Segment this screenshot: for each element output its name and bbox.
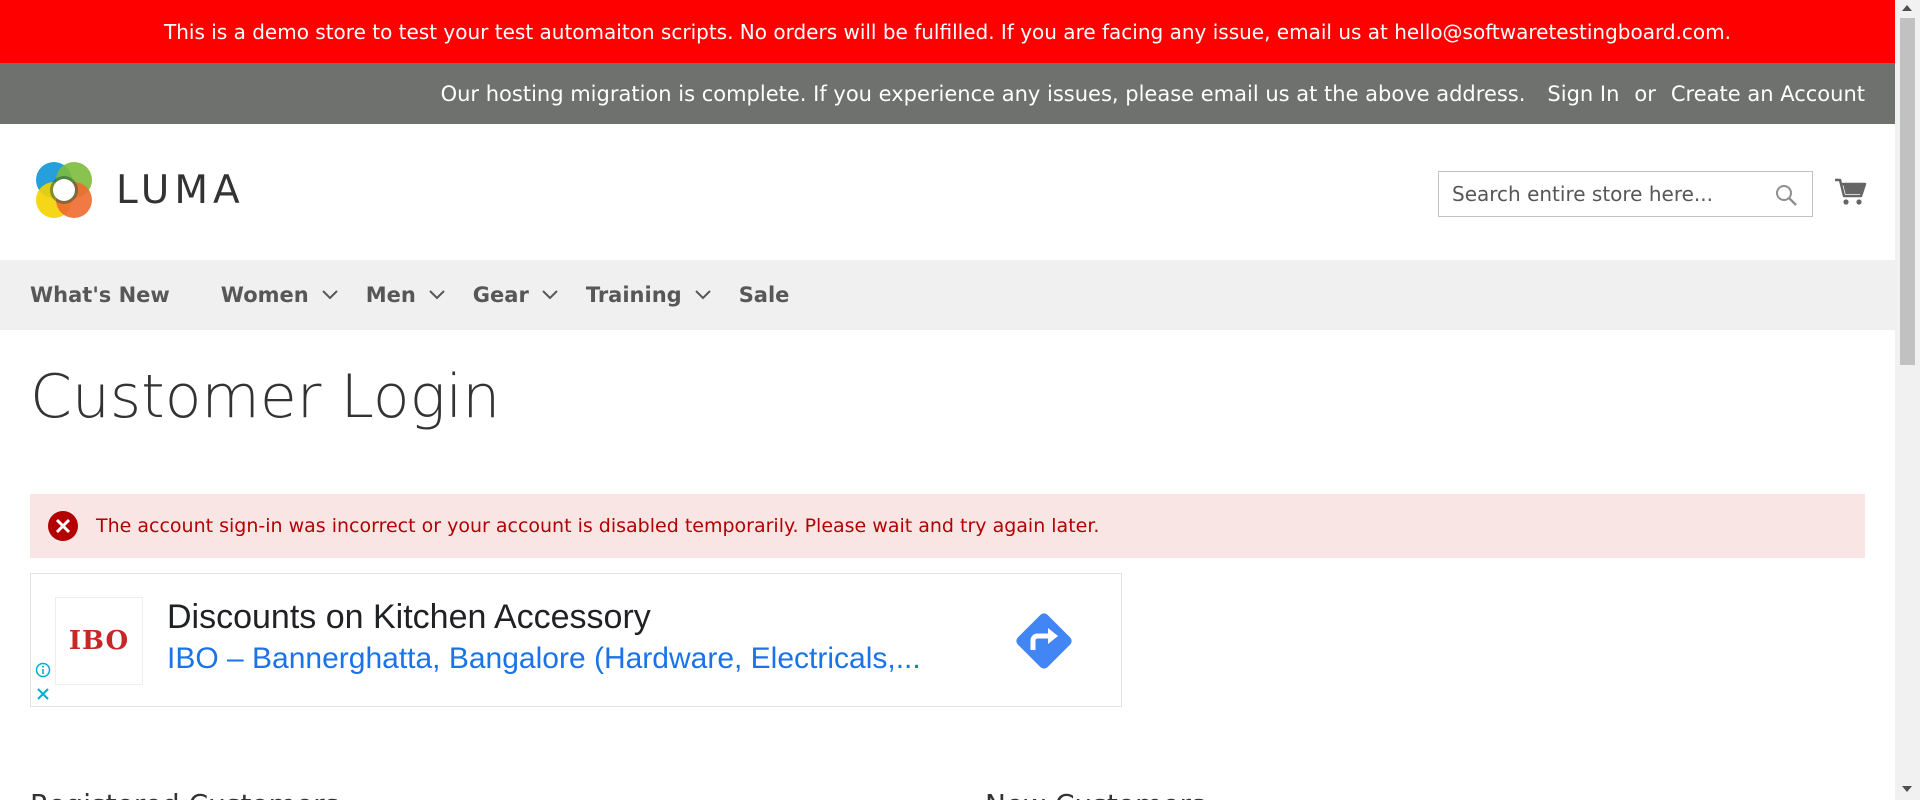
close-icon[interactable] [35, 686, 51, 702]
info-icon[interactable] [35, 662, 51, 678]
search-box [1438, 171, 1813, 217]
sign-in-link[interactable]: Sign In [1547, 82, 1619, 106]
ad-logo-text: IBO [68, 626, 130, 656]
nav-item-women[interactable]: Women [221, 283, 339, 307]
page-title: Customer Login [30, 362, 501, 432]
luma-logo-icon [36, 162, 92, 218]
error-circle-icon [48, 511, 78, 541]
registered-customers-heading: Registered Customers [30, 788, 339, 800]
nav-label: What's New [30, 283, 170, 307]
chevron-down-icon [321, 290, 338, 300]
search-icon[interactable] [1774, 183, 1798, 207]
nav-label: Sale [738, 283, 790, 307]
vertical-scrollbar[interactable] [1895, 0, 1920, 800]
chevron-down-icon [429, 290, 445, 300]
error-message: The account sign-in was incorrect or you… [30, 494, 1865, 558]
chevron-down-icon [694, 290, 711, 300]
nav-item-men[interactable]: Men [366, 283, 446, 307]
ad-banner[interactable]: IBO Discounts on Kitchen Accessory IBO –… [30, 573, 1122, 707]
ad-title[interactable]: Discounts on Kitchen Accessory [167, 598, 651, 637]
nav-item-gear[interactable]: Gear [473, 283, 559, 307]
nav-label: Men [365, 283, 416, 307]
directions-arrow-icon[interactable] [1009, 606, 1079, 676]
cart-icon[interactable] [1833, 174, 1867, 208]
or-separator: or [1634, 81, 1656, 106]
logo-text: LUMA [116, 167, 245, 213]
demo-notice: This is a demo store to test your test a… [0, 0, 1895, 63]
ad-subtitle[interactable]: IBO – Bannerghatta, Bangalore (Hardware,… [167, 642, 921, 676]
page: This is a demo store to test your test a… [0, 0, 1895, 800]
scroll-thumb[interactable] [1900, 18, 1915, 365]
search-input[interactable] [1439, 181, 1764, 207]
main-navigation: What's New Women Men Gear Training Sale [0, 260, 1895, 330]
migration-message: Our hosting migration is complete. If yo… [440, 81, 1526, 106]
nav-label: Training [585, 283, 682, 307]
create-account-link[interactable]: Create an Account [1671, 82, 1865, 106]
nav-item-training[interactable]: Training [586, 283, 712, 307]
nav-label: Women [220, 283, 309, 307]
new-customers-heading: New Customers [985, 788, 1206, 800]
nav-label: Gear [472, 283, 529, 307]
header-panel: Our hosting migration is complete. If yo… [0, 63, 1895, 124]
ad-logo[interactable]: IBO [55, 597, 143, 685]
chevron-down-icon [542, 290, 558, 300]
scroll-down-arrow-icon[interactable] [1902, 786, 1912, 792]
luma-logo[interactable]: LUMA [30, 156, 245, 224]
error-text: The account sign-in was incorrect or you… [96, 515, 1100, 537]
scroll-up-arrow-icon[interactable] [1902, 5, 1912, 11]
nav-item-whats-new[interactable]: What's New [30, 283, 170, 307]
demo-notice-text: This is a demo store to test your test a… [164, 19, 1731, 44]
nav-item-sale[interactable]: Sale [739, 283, 790, 307]
